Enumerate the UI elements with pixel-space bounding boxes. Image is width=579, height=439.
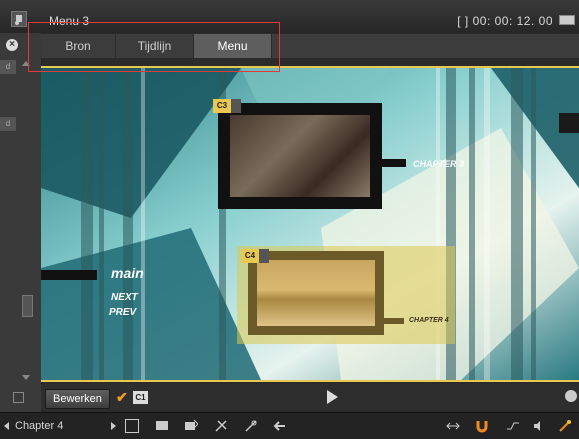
audio-icon[interactable]	[532, 419, 546, 433]
chapter-badge[interactable]: C1	[133, 391, 148, 404]
fit-icon[interactable]	[446, 419, 460, 433]
main-bar	[41, 270, 97, 280]
title-bar: Menu 3 [ ] 00: 00: 12. 00	[0, 0, 579, 33]
prev-label[interactable]: PREV	[109, 307, 136, 318]
checkmark-icon[interactable]: ✔	[116, 389, 128, 406]
checkbox[interactable]	[13, 392, 24, 403]
filmstrip-icon[interactable]	[559, 15, 575, 25]
chapter-4-tag[interactable]: C4	[241, 249, 259, 263]
chapter-4-caption: CHAPTER 4	[409, 317, 449, 324]
side-tab-d2[interactable]: d	[0, 117, 16, 131]
flag-icon[interactable]	[155, 419, 169, 433]
curve-icon[interactable]	[506, 419, 520, 433]
tab-tijdlijn[interactable]: Tijdlijn	[116, 34, 194, 58]
chapter-4-connector	[384, 318, 404, 324]
tab-menu[interactable]: Menu	[194, 34, 272, 58]
controls-bar: Bewerken ✔ C1	[41, 384, 579, 410]
left-sidebar: × d d	[0, 33, 42, 438]
scroll-up-icon[interactable]	[22, 61, 30, 66]
chapter-prev-icon[interactable]	[4, 422, 9, 430]
magic-wand-icon[interactable]	[558, 419, 572, 433]
collapse-handle[interactable]	[22, 295, 33, 317]
menu-icon[interactable]	[11, 11, 27, 27]
volume-icon[interactable]	[565, 390, 577, 402]
chapter-3-dropdown-icon[interactable]	[231, 99, 241, 113]
window-title: Menu 3	[49, 14, 90, 28]
return-icon[interactable]	[272, 419, 286, 433]
chapter-4-dropdown-icon[interactable]	[259, 249, 269, 263]
main-label[interactable]: main	[111, 265, 144, 281]
bottom-toolbar: Chapter 4	[0, 412, 579, 439]
tab-bron[interactable]: Bron	[41, 34, 116, 58]
tab-bar: Bron Tijdlijn Menu	[41, 34, 579, 58]
close-icon[interactable]: ×	[6, 39, 18, 51]
link-icon[interactable]	[214, 419, 228, 433]
next-label[interactable]: NEXT	[111, 292, 138, 303]
side-tab-d[interactable]: d	[0, 60, 16, 74]
chapter-3-caption: CHAPTER 3	[413, 159, 465, 169]
scroll-down-icon[interactable]	[22, 375, 30, 380]
chapter-selector[interactable]: Chapter 4	[15, 420, 63, 432]
frame-icon[interactable]	[125, 419, 139, 433]
menu-preview[interactable]: main NEXT PREV CHAPTER 3 C3 CHAPTER 4 C4	[41, 66, 579, 382]
film-edit-icon[interactable]	[184, 419, 199, 433]
magnet-icon[interactable]	[475, 419, 489, 433]
chapter-4-thumbnail[interactable]	[248, 251, 384, 335]
unlink-icon[interactable]	[244, 419, 258, 433]
chapter-3-connector	[382, 159, 406, 167]
timecode: [ ] 00: 00: 12. 00	[457, 14, 553, 28]
edit-button[interactable]: Bewerken	[45, 389, 110, 409]
play-icon[interactable]	[327, 390, 338, 404]
chapter-3-thumbnail[interactable]	[218, 103, 382, 209]
chapter-next-icon[interactable]	[111, 422, 116, 430]
chapter-3-tag[interactable]: C3	[213, 99, 231, 113]
